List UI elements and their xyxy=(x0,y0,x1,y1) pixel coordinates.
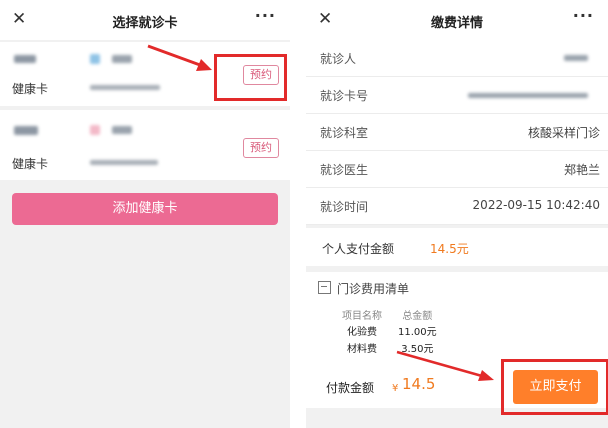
annotation-arrows xyxy=(147,44,494,381)
arrow-to-book-button xyxy=(147,44,212,71)
arrow-to-pay-button xyxy=(396,350,494,381)
